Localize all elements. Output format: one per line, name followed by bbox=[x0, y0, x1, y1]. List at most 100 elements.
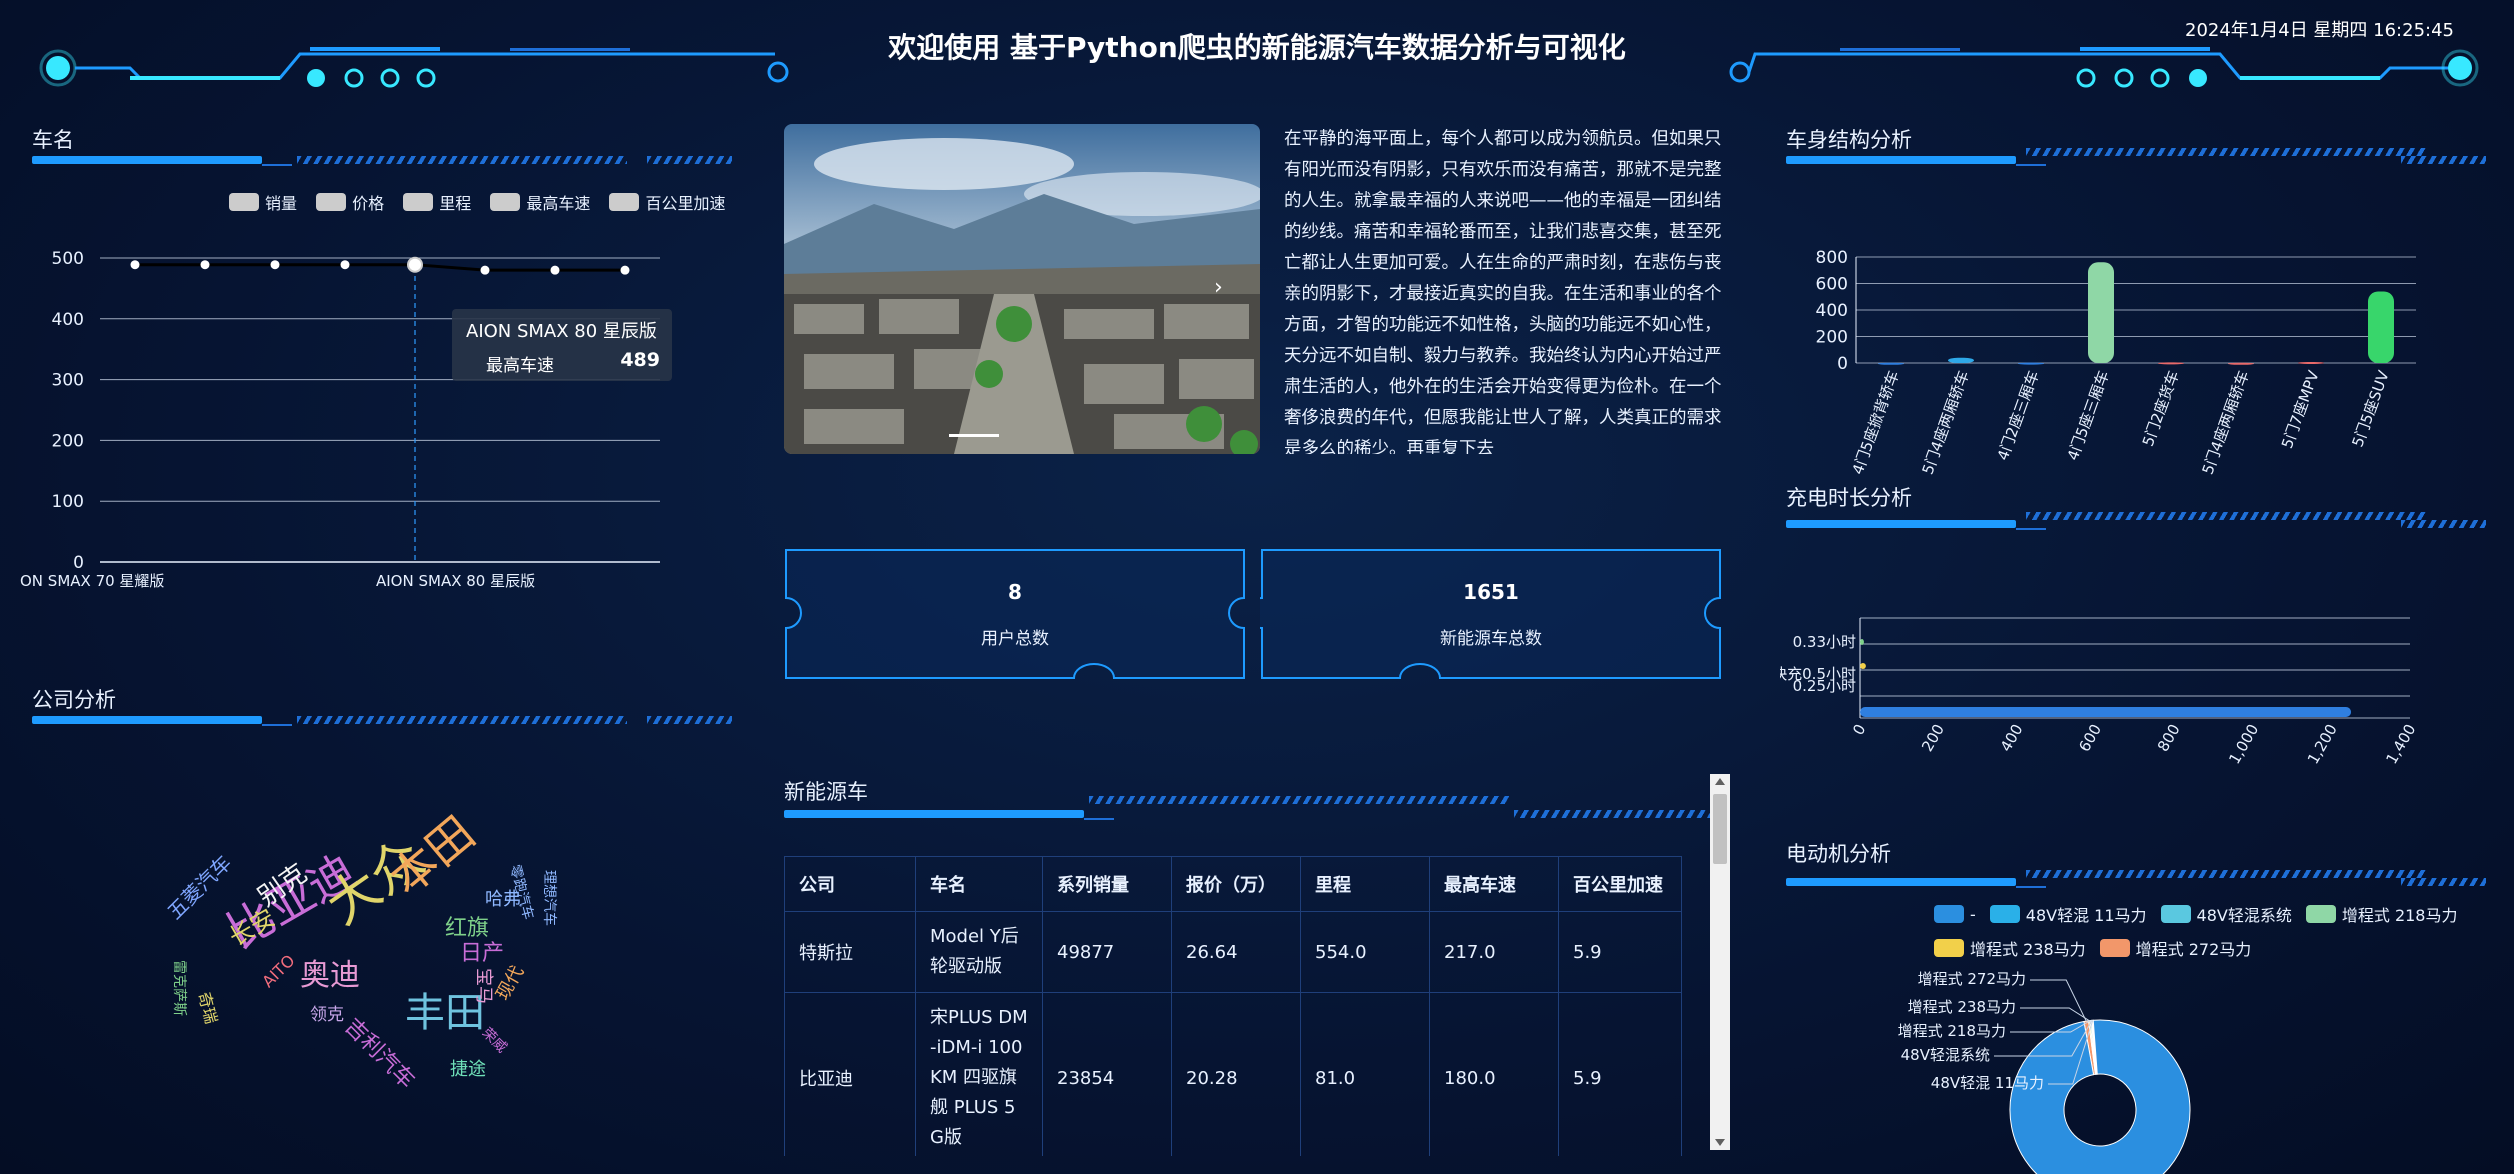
bar bbox=[2298, 361, 2324, 364]
legend-swatch bbox=[1934, 939, 1964, 957]
motor-legend-item[interactable]: 48V轻混系统 bbox=[2160, 902, 2292, 926]
legend-label: - bbox=[1970, 904, 1976, 924]
body-panel-title: 车身结构分析 bbox=[1786, 128, 1912, 152]
scenery-image[interactable]: › bbox=[784, 124, 1260, 454]
x-tick-label: 800 bbox=[2154, 721, 2184, 755]
legend-label: 增程式 218马力 bbox=[2341, 906, 2458, 925]
bar bbox=[1860, 639, 1864, 645]
motor-legend-item[interactable]: 48V轻混 11马力 bbox=[1989, 902, 2147, 926]
legend-item-range[interactable]: 里程 bbox=[403, 190, 471, 214]
header-node-right bbox=[2448, 56, 2472, 80]
y-tick-label: 800 bbox=[1816, 248, 1848, 268]
legend-item-price[interactable]: 价格 bbox=[316, 190, 384, 214]
header-decoration-right bbox=[1729, 47, 2479, 88]
slice-label: 增程式 218马力 bbox=[1898, 1022, 2006, 1040]
x-tick-label: 0 bbox=[1849, 721, 1869, 738]
charge-time-bar-chart[interactable]: 0.33小时快充0.5小时0.25小时0 200 400 600 800 1,000 1,2… bbox=[1780, 600, 2440, 780]
motor-legend-item[interactable]: 增程式 218马力 bbox=[2305, 902, 2458, 926]
x-tick-label: 4门5座三厢车 bbox=[2064, 368, 2113, 463]
data-point bbox=[620, 265, 630, 275]
svg-text:›: › bbox=[1214, 275, 1223, 300]
table-row[interactable]: 特斯拉 Model Y后轮驱动版 49877 26.64 554.0 217.0… bbox=[784, 911, 1682, 993]
datetime: 2024年1月4日 星期四 16:25:45 bbox=[2185, 20, 2454, 41]
data-point bbox=[480, 265, 490, 275]
table-title-line bbox=[784, 796, 1714, 820]
x-tick-label: 5门4座两厢轿车 bbox=[1919, 368, 1973, 475]
legend-item-acceleration[interactable]: 百公里加速 bbox=[609, 190, 725, 214]
stat-label-cars: 新能源车总数 bbox=[1440, 629, 1542, 649]
bar bbox=[1878, 362, 1904, 365]
legend-swatch bbox=[1989, 905, 2020, 923]
car-chart-tooltip: AION SMAX 80 星辰版 最高车速 489 bbox=[452, 309, 672, 381]
body-panel-title-line bbox=[1786, 148, 2486, 166]
motor-legend-item[interactable]: 增程式 272马力 bbox=[2099, 936, 2251, 960]
bar bbox=[1860, 707, 2352, 717]
charge-panel-title-line bbox=[1786, 512, 2486, 530]
word-cloud-word: AITO bbox=[258, 950, 299, 992]
slice-label: 48V轻混系统 bbox=[1901, 1046, 1990, 1064]
x-tick-label: 400 bbox=[1997, 721, 2027, 755]
table-header-row: 公司 车名 系列销量 报价（万） 里程 最高车速 百公里加速 bbox=[784, 856, 1682, 912]
y-tick-label: 400 bbox=[52, 310, 84, 330]
motor-pie-chart[interactable]: 增程式 272马力增程式 238马力增程式 218马力 48V轻混系统 48V轻混 … bbox=[1780, 960, 2340, 1174]
stat-card-cars: 1651 新能源车总数 bbox=[1260, 548, 1722, 680]
car-line-chart[interactable]: 0 100 200 300 400 500 ON SMAX 70 星耀版 AION SMAX … bbox=[20, 240, 680, 600]
y-tick-label: 0 bbox=[1837, 354, 1848, 374]
data-point bbox=[200, 260, 210, 270]
bar bbox=[1948, 357, 1974, 363]
stat-label-users: 用户总数 bbox=[981, 629, 1049, 649]
bar bbox=[2368, 291, 2394, 363]
table-section-title: 新能源车 bbox=[784, 780, 868, 804]
data-point bbox=[270, 260, 280, 270]
legend-swatch bbox=[2099, 939, 2130, 957]
motor-legend-item[interactable]: - bbox=[1934, 905, 1976, 924]
stat-value-users: 8 bbox=[1008, 580, 1022, 604]
bar bbox=[2228, 362, 2254, 365]
x-tick-label: ON SMAX 70 星耀版 bbox=[20, 572, 164, 590]
y-tick-label: 300 bbox=[52, 371, 84, 391]
slice-label: 增程式 272马力 bbox=[1918, 970, 2026, 988]
legend-item-sales[interactable]: 销量 bbox=[229, 190, 297, 214]
x-tick-label: 4门2座三厢车 bbox=[1994, 368, 2043, 463]
data-point bbox=[130, 260, 140, 270]
x-tick-label: 5门4座两厢轿车 bbox=[2199, 368, 2253, 475]
x-tick-label: 600 bbox=[2075, 721, 2105, 755]
x-tick-label: 5门7座MPV bbox=[2278, 368, 2323, 451]
x-tick-label: 5门2座货车 bbox=[2139, 368, 2183, 448]
header-node-left bbox=[46, 56, 70, 80]
car-table-container[interactable]: 公司 车名 系列销量 报价（万） 里程 最高车速 百公里加速 特斯拉 Model… bbox=[784, 856, 1698, 1156]
scrollbar-up-arrow[interactable] bbox=[1715, 778, 1725, 785]
bar bbox=[2158, 362, 2184, 365]
stat-card-users: 8 用户总数 bbox=[784, 548, 1246, 680]
legend-swatch bbox=[2305, 905, 2336, 923]
company-panel-title-line bbox=[32, 716, 732, 726]
car-chart-legend: 销量 价格 里程 最高车速 百公里加速 bbox=[215, 190, 725, 215]
car-table: 公司 车名 系列销量 报价（万） 里程 最高车速 百公里加速 特斯拉 Model… bbox=[784, 856, 1682, 1156]
legend-label: 48V轻混 11马力 bbox=[2025, 906, 2147, 925]
table-row[interactable]: 比亚迪 宋PLUS DM-iDM-i 100KM 四驱旗舰 PLUS 5G版 2… bbox=[784, 992, 1682, 1156]
x-tick-label: AION SMAX 80 星辰版 bbox=[376, 572, 535, 590]
tooltip-value: 489 bbox=[620, 349, 660, 371]
legend-swatch bbox=[1934, 905, 1964, 923]
scrollbar-thumb[interactable] bbox=[1713, 794, 1727, 864]
body-structure-bar-chart[interactable]: 0 200 400 600 800 4门5座掀背轿车 5门4座两厢轿车 4门2座三厢车 4门5座… bbox=[1786, 245, 2426, 475]
word-cloud-word: 雷克萨斯 bbox=[171, 960, 187, 1016]
legend-item-top-speed[interactable]: 最高车速 bbox=[490, 190, 590, 214]
word-cloud-word: 奥迪 bbox=[300, 958, 360, 993]
motor-panel-title-line bbox=[1786, 870, 2486, 888]
intro-paragraph: 在平静的海平面上，每个人都可以成为领航员。但如果只有阳光而没有阴影，只有欢乐而没… bbox=[1284, 129, 1722, 454]
scrollbar-down-arrow[interactable] bbox=[1715, 1139, 1725, 1146]
x-tick-label: 1,000 bbox=[2225, 721, 2262, 767]
label-leader-line bbox=[2030, 979, 2087, 1022]
motor-legend-item[interactable]: 增程式 238马力 bbox=[1934, 936, 2086, 960]
y-tick-label: 500 bbox=[52, 249, 84, 269]
data-point bbox=[340, 260, 350, 270]
table-scrollbar[interactable] bbox=[1710, 774, 1730, 1150]
word-cloud-word: 日产 bbox=[460, 941, 505, 966]
col-sales: 系列销量 bbox=[1042, 856, 1172, 912]
word-cloud-word: 领克 bbox=[310, 1005, 344, 1025]
y-tick-label: 100 bbox=[52, 492, 84, 512]
car-panel-title: 车名 bbox=[32, 128, 74, 152]
x-tick-label: 1,400 bbox=[2382, 721, 2419, 767]
bar bbox=[2018, 362, 2044, 365]
